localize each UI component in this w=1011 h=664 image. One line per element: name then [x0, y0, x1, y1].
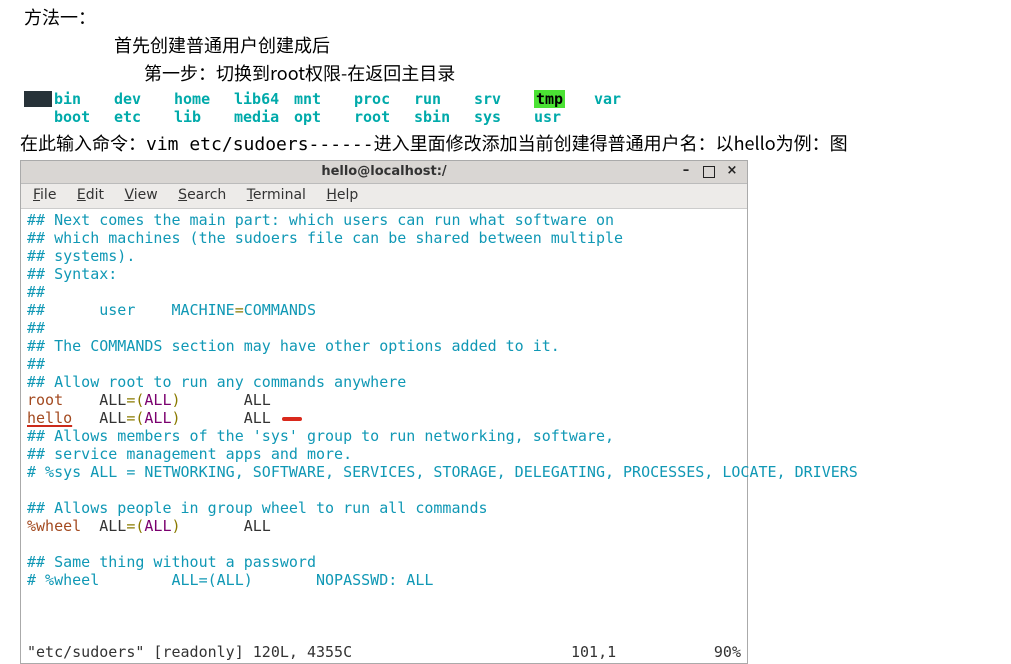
window-minimize-button[interactable]: –	[679, 164, 693, 178]
doc-line-1: 方法一：	[24, 4, 1011, 32]
menu-terminal[interactable]: Terminal	[241, 184, 316, 203]
prompt-block	[24, 91, 52, 107]
cmd-code: vim etc/sudoers------	[146, 134, 374, 155]
ls-item: etc	[114, 108, 174, 126]
window-title: hello@localhost:/	[321, 164, 446, 179]
annotation-mark-icon	[282, 417, 302, 421]
ls-item-tmp: tmp	[534, 90, 594, 108]
window-maximize-button[interactable]	[703, 166, 715, 178]
ls-item: dev	[114, 90, 174, 108]
doc-line-2: 首先创建普通用户创建成后	[24, 32, 1011, 60]
vim-status-file: "etc/sudoers" [readonly] 120L, 4355C	[27, 643, 571, 661]
ls-item: media	[234, 108, 294, 126]
vim-status-line: "etc/sudoers" [readonly] 120L, 4355C 101…	[21, 643, 747, 663]
ls-item: root	[354, 108, 414, 126]
terminal-menubar: File Edit View Search Terminal Help	[21, 184, 747, 209]
sudoers-user-wheel: %wheel	[27, 517, 81, 535]
ls-output: bindevhomelib64mntprocrunsrvtmpvar boote…	[24, 90, 1011, 126]
ls-item: proc	[354, 90, 414, 108]
cmd-prefix: 在此输入命令：	[20, 130, 146, 156]
ls-item: srv	[474, 90, 534, 108]
ls-item: run	[414, 90, 474, 108]
sudoers-user-hello: hello	[27, 409, 72, 427]
sudoers-sys-line: # %sys ALL = NETWORKING, SOFTWARE, SERVI…	[27, 463, 858, 481]
menu-edit[interactable]: Edit	[71, 184, 114, 203]
ls-item: bin	[54, 90, 114, 108]
ls-item: lib64	[234, 90, 294, 108]
ls-item: sys	[474, 108, 534, 126]
ls-item: boot	[54, 108, 114, 126]
menu-help[interactable]: Help	[320, 184, 368, 203]
ls-row-1: bindevhomelib64mntprocrunsrvtmpvar	[24, 90, 1011, 108]
vim-status-pct: 90%	[691, 643, 741, 661]
sudoers-user-root: root	[27, 391, 63, 409]
vim-status-pos: 101,1	[571, 643, 691, 661]
menu-view[interactable]: View	[118, 184, 167, 203]
menu-search[interactable]: Search	[172, 184, 236, 203]
terminal-content[interactable]: ## Next comes the main part: which users…	[21, 209, 747, 643]
menu-file[interactable]: File	[27, 184, 66, 203]
ls-item: mnt	[294, 90, 354, 108]
ls-item: lib	[174, 108, 234, 126]
ls-item: opt	[294, 108, 354, 126]
ls-item: home	[174, 90, 234, 108]
ls-item: var	[594, 90, 654, 108]
doc-line-3: 第一步：切换到root权限-在返回主目录	[24, 60, 1011, 88]
ls-item: sbin	[414, 108, 474, 126]
terminal-window: hello@localhost:/ – × File Edit View Sea…	[20, 160, 748, 664]
cmd-suffix: 进入里面修改添加当前创建得普通用户名：以hello为例：图	[374, 130, 848, 156]
cmd-instruction: 在此输入命令：vim etc/sudoers------进入里面修改添加当前创建…	[0, 130, 1011, 160]
ls-item: usr	[534, 108, 594, 126]
window-titlebar: hello@localhost:/ – ×	[21, 161, 747, 184]
ls-row-2: bootetclibmediaoptrootsbinsysusr	[24, 108, 1011, 126]
window-close-button[interactable]: ×	[725, 164, 739, 178]
doc-text: 方法一： 首先创建普通用户创建成后 第一步：切换到root权限-在返回主目录	[0, 0, 1011, 88]
